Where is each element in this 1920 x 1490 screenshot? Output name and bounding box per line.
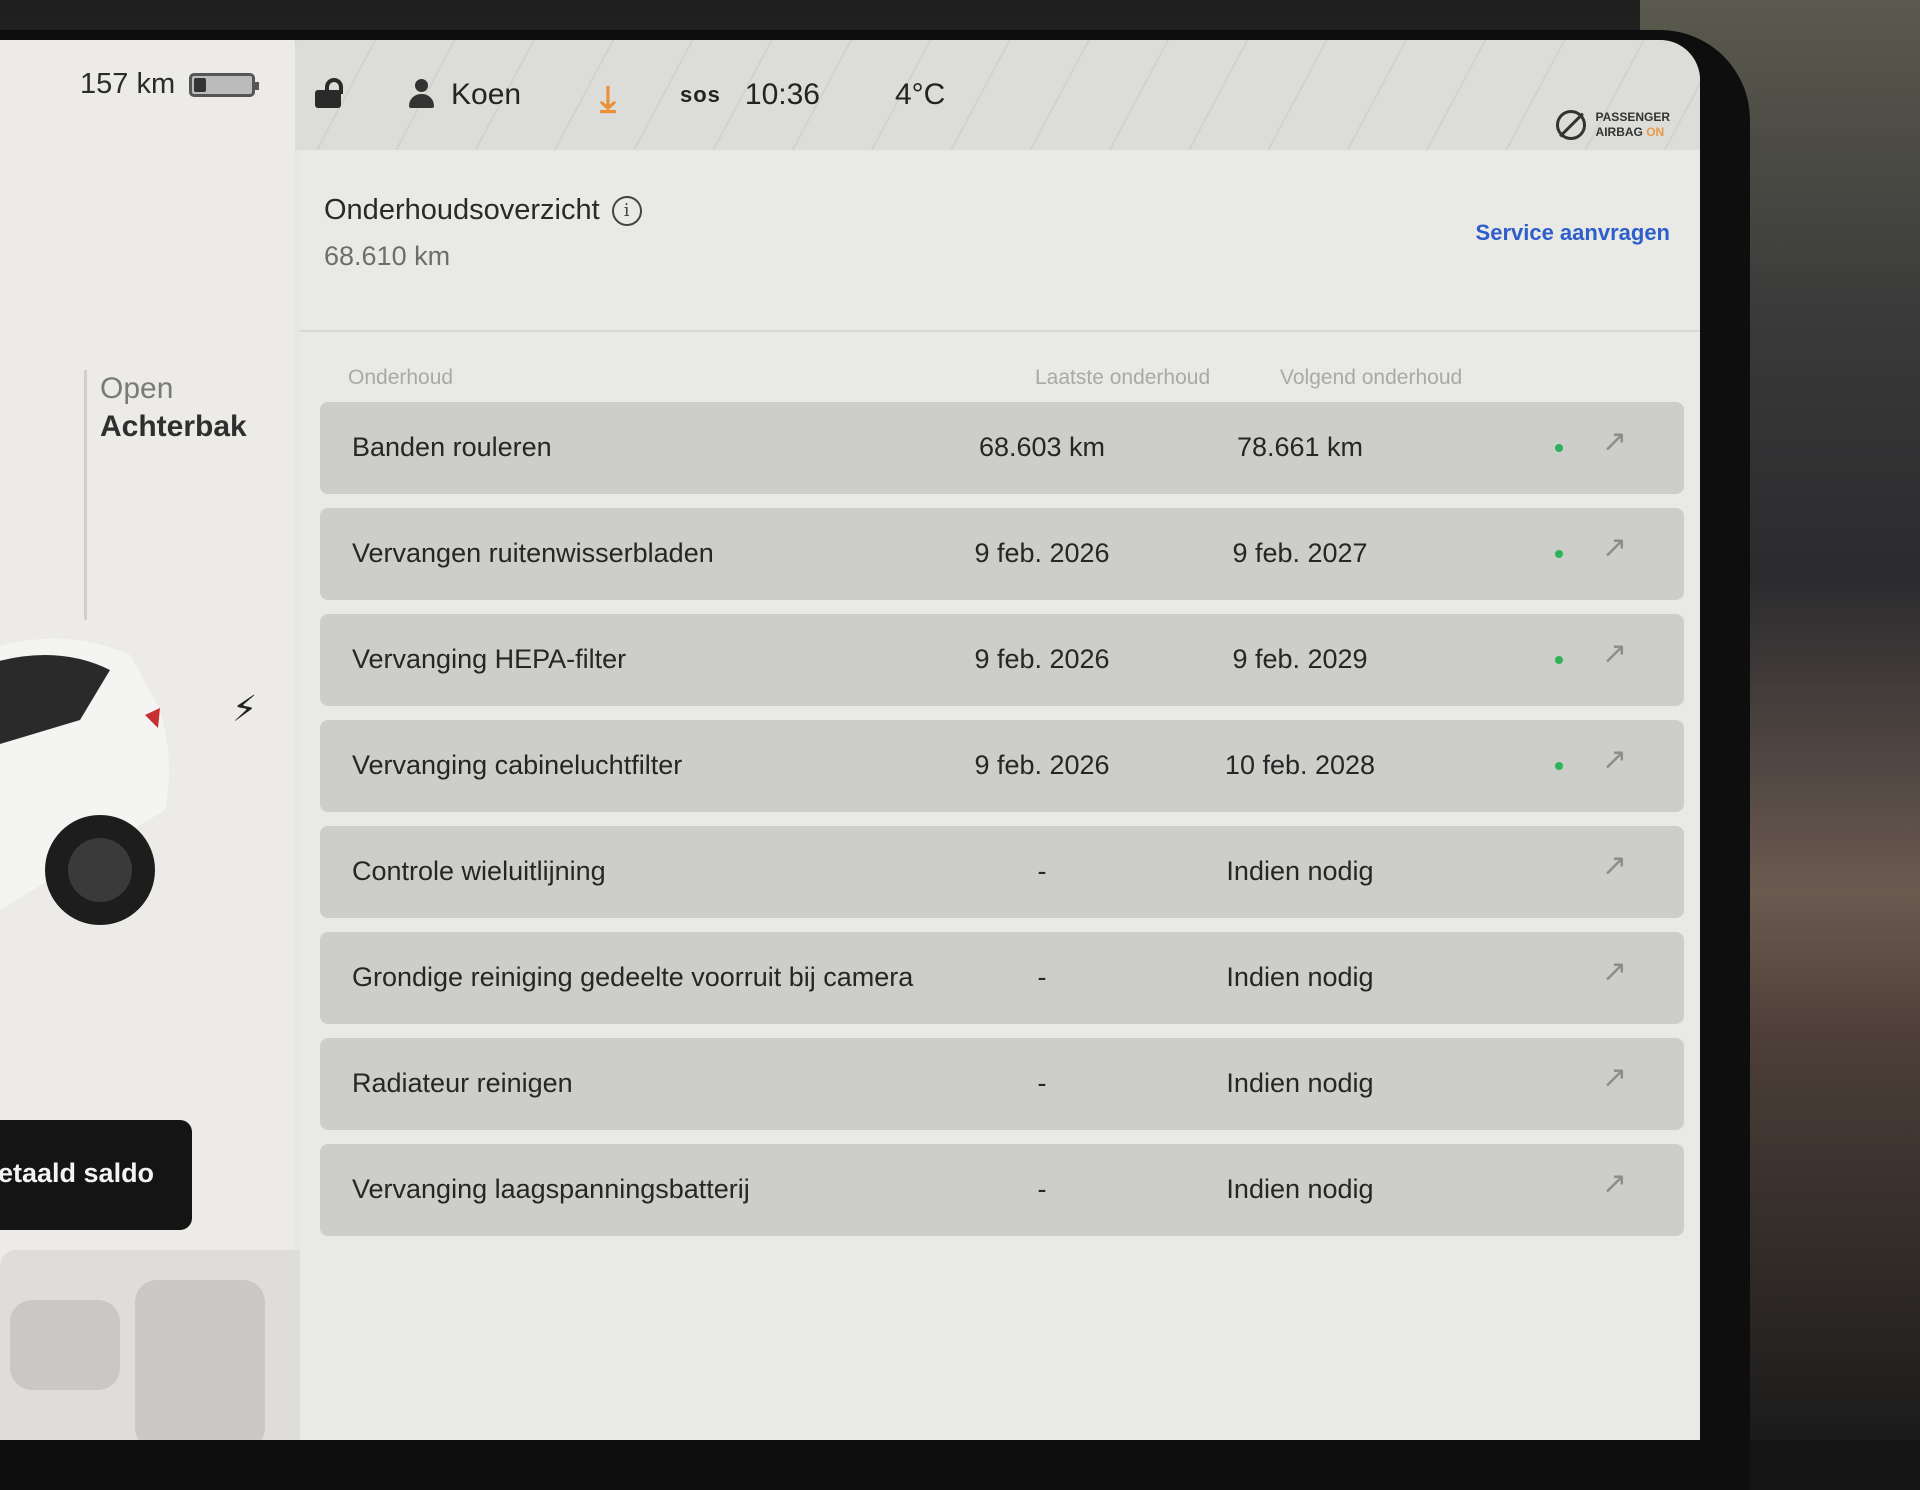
trunk-action-label: Open [100,372,174,405]
battery-fill [194,77,207,92]
charge-port-icon[interactable]: ⚡ [232,688,257,730]
temperature-value: 4°C [895,78,946,111]
open-details-arrow-icon[interactable]: ↗ [1602,954,1627,989]
sos-button[interactable]: sos 10:36 [680,78,820,112]
status-bar: Koen ⤓ sos 10:36 4°C PASSENGER AIRBAG ON [295,40,1700,150]
table-header: Onderhoud Laatste onderhoud Volgend onde… [300,366,1700,396]
last-service-value: 9 feb. 2026 [974,538,1110,568]
column-header-item: Onderhoud [348,366,454,389]
column-header-next: Volgend onderhoud [1280,366,1463,389]
open-trunk-button[interactable]: Open Achterbak [100,370,247,446]
column-header-last: Laatste onderhoud [1035,366,1211,389]
maintenance-header: Onderhoudsoverzicht i 68.610 km [324,194,642,272]
seat-icon[interactable] [10,1300,120,1390]
temperature-display: 4°C [895,78,945,112]
table-row[interactable]: Controle wieluitlijning - Indien nodig ↗ [320,826,1684,918]
next-service-value: Indien nodig [1226,856,1374,886]
table-row[interactable]: Grondige reiniging gedeelte voorruit bij… [320,932,1684,1024]
info-icon[interactable]: i [611,195,642,226]
table-row[interactable]: Vervanging HEPA-filter 9 feb. 2026 9 feb. … [320,614,1684,706]
download-icon: ⤓ [600,78,616,119]
next-service-value: Indien nodig [1226,1174,1374,1204]
status-ok-dot [1555,444,1563,452]
request-service-link[interactable]: Service aanvragen [1476,220,1670,246]
last-service-value: - [1037,856,1047,886]
header-divider [300,330,1700,332]
maintenance-item-name: Vervanging laagspanningsbatterij [352,1174,750,1204]
last-service-value: 9 feb. 2026 [974,644,1110,674]
photo-background: 157 km Open Achterbak ⚡ etaald saldo Koe… [0,0,1920,1490]
balance-button[interactable]: etaald saldo [0,1120,192,1230]
maintenance-item-name: Banden rouleren [352,432,552,462]
next-service-value: 9 feb. 2029 [1232,644,1368,674]
seat-icon[interactable] [135,1280,265,1440]
next-service-value: 9 feb. 2027 [1232,538,1368,568]
person-icon [407,79,435,111]
page-title: Onderhoudsoverzicht i [324,194,642,227]
next-service-value: 10 feb. 2028 [1224,750,1376,780]
table-row[interactable]: Vervanging laagspanningsbatterij - Indien … [320,1144,1684,1236]
odometer-reading: 68.610 km [324,241,451,271]
maintenance-panel: Onderhoudsoverzicht i 68.610 km Service … [300,150,1700,1440]
last-service-value: - [1037,1174,1047,1204]
maintenance-list: Banden rouleren 68.603 km 78.661 km ↗ Vervan… [320,402,1684,1250]
next-service-value: Indien nodig [1226,1068,1374,1098]
table-row[interactable]: Banden rouleren 68.603 km 78.661 km ↗ [320,402,1684,494]
airbag-icon [1555,110,1586,140]
airbag-line2: AIRBAG [1595,125,1643,139]
open-details-arrow-icon[interactable]: ↗ [1602,742,1627,777]
page-title-text: Onderhoudsoverzicht [324,194,600,226]
table-row[interactable]: Vervangen ruitenwisserbladen 9 feb. 2026 9… [320,508,1684,600]
range-value: 157 km [80,68,176,100]
last-service-value: - [1037,1068,1047,1098]
last-service-value: - [1037,962,1047,992]
airbag-line1: PASSENGER [1595,110,1670,124]
status-ok-dot [1555,550,1563,558]
profile-button[interactable]: Koen [407,78,521,112]
sos-label: sos [680,82,721,107]
range-indicator: 157 km [80,68,260,101]
seat-heater-panel [0,1250,320,1440]
trunk-label: Achterbak [100,410,247,443]
table-row[interactable]: Radiateur reinigen - Indien nodig ↗ [320,1038,1684,1130]
car-panel: 157 km Open Achterbak ⚡ etaald saldo [0,40,320,1440]
maintenance-item-name: Radiateur reinigen [352,1068,573,1098]
open-details-arrow-icon[interactable]: ↗ [1602,636,1627,671]
software-update-button[interactable]: ⤓ [600,78,616,121]
open-details-arrow-icon[interactable]: ↗ [1602,424,1627,459]
status-ok-dot [1555,762,1563,770]
last-service-value: 9 feb. 2026 [974,750,1110,780]
maintenance-item-name: Grondige reiniging gedeelte voorruit bij… [352,962,914,992]
time-display: 10:36 [744,78,820,111]
last-service-value: 68.603 km [978,432,1106,462]
open-details-arrow-icon[interactable]: ↗ [1602,848,1627,883]
car-image [0,638,169,925]
passenger-airbag-indicator: PASSENGER AIRBAG ON [1555,110,1670,140]
next-service-value: 78.661 km [1236,432,1364,462]
maintenance-item-name: Vervanging HEPA-filter [352,644,627,674]
airbag-text: PASSENGER AIRBAG ON [1596,110,1670,140]
status-ok-dot [1555,656,1563,664]
battery-icon [189,72,260,97]
touchscreen: 157 km Open Achterbak ⚡ etaald saldo Koe… [0,40,1700,1440]
lock-button[interactable] [315,78,343,108]
open-details-arrow-icon[interactable]: ↗ [1602,1166,1627,1201]
profile-name: Koen [451,78,522,111]
maintenance-item-name: Vervangen ruitenwisserbladen [352,538,714,568]
maintenance-item-name: Controle wieluitlijning [352,856,606,886]
trunk-divider [84,370,87,620]
maintenance-item-name: Vervanging cabineluchtfilter [352,750,683,780]
unlock-icon [315,78,343,108]
open-details-arrow-icon[interactable]: ↗ [1602,530,1627,565]
open-details-arrow-icon[interactable]: ↗ [1602,1060,1627,1095]
airbag-state: ON [1646,125,1665,139]
table-row[interactable]: Vervanging cabineluchtfilter 9 feb. 2026 1… [320,720,1684,812]
next-service-value: Indien nodig [1226,962,1374,992]
